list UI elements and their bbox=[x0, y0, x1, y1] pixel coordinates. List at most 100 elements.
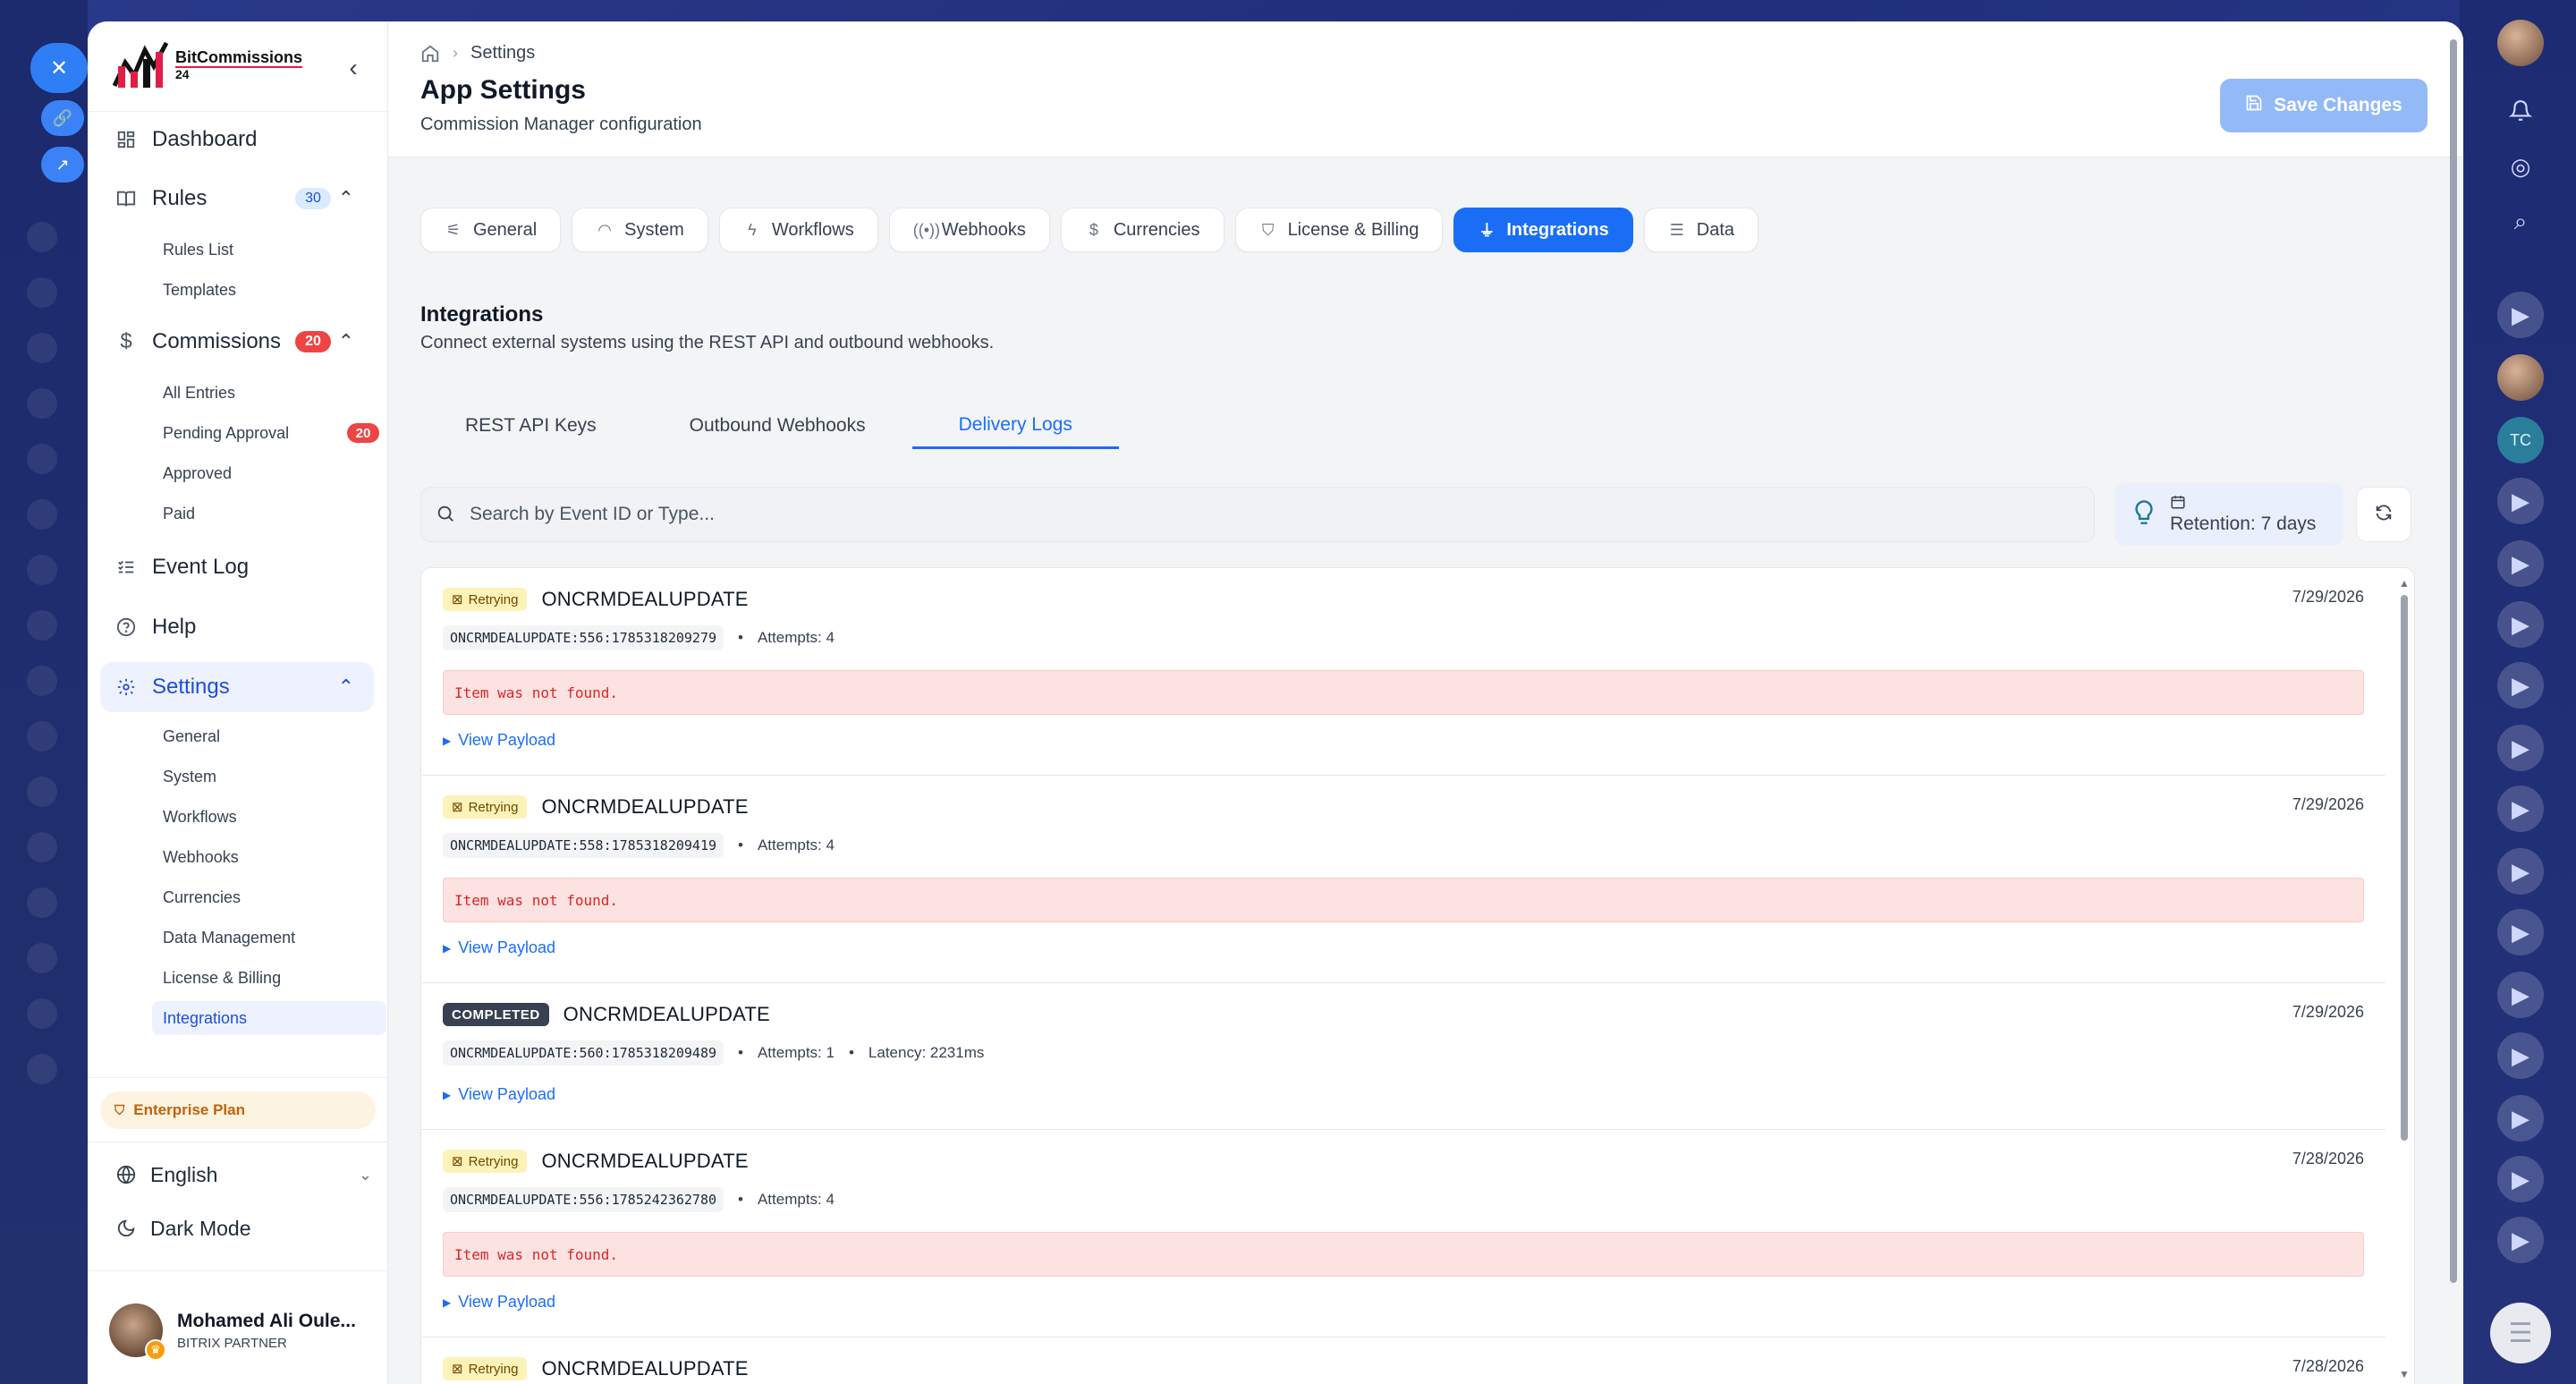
video-call-icon[interactable]: ▶ bbox=[2497, 540, 2544, 587]
window-scrollbar[interactable] bbox=[2449, 39, 2458, 1372]
language-label: English bbox=[150, 1162, 218, 1186]
link-icon[interactable]: 🔗 bbox=[41, 100, 84, 136]
event-date: 7/29/2026 bbox=[2292, 1003, 2364, 1021]
external-link-icon[interactable]: ↗ bbox=[41, 147, 84, 183]
logo-text-line2: 24 bbox=[175, 67, 190, 82]
app-logo[interactable]: BitCommissions 24 bbox=[112, 34, 303, 97]
gauge-icon: ◠ bbox=[597, 220, 613, 239]
video-call-icon[interactable]: ▶ bbox=[2497, 848, 2544, 895]
sidebar-item-rules-list[interactable]: Rules List bbox=[152, 233, 386, 267]
target-icon[interactable]: ◎ bbox=[2497, 143, 2544, 190]
event-id: ONCRMDEALUPDATE:556:1785318209279 bbox=[443, 625, 724, 650]
scrollbar-thumb[interactable] bbox=[2450, 39, 2457, 1283]
sidebar-item-approved[interactable]: Approved bbox=[152, 456, 386, 490]
bg-avatar bbox=[27, 222, 57, 252]
video-call-icon[interactable]: ▶ bbox=[2497, 972, 2544, 1018]
sidebar-item-templates[interactable]: Templates bbox=[152, 273, 386, 307]
error-message: Item was not found. bbox=[443, 878, 2364, 922]
attempts: Attempts: 4 bbox=[757, 1191, 835, 1208]
main-content: › Settings App Settings Commission Manag… bbox=[388, 21, 2463, 1384]
sidebar-item-integrations[interactable]: Integrations bbox=[152, 1001, 386, 1035]
sidebar-item-all-entries[interactable]: All Entries bbox=[152, 376, 386, 410]
chat-menu-button[interactable]: ☰ bbox=[2490, 1303, 2551, 1363]
sidebar-item-license-billing[interactable]: License & Billing bbox=[152, 961, 386, 995]
nav-help[interactable]: Help bbox=[100, 602, 374, 652]
video-call-icon[interactable]: ▶ bbox=[2497, 725, 2544, 771]
view-payload-toggle[interactable]: ▶ View Payload bbox=[443, 938, 555, 957]
sidebar-item-pending-approval[interactable]: Pending Approval 20 bbox=[152, 416, 386, 450]
subtab-outbound-webhooks[interactable]: Outbound Webhooks bbox=[643, 403, 912, 449]
video-call-icon[interactable]: ▶ bbox=[2497, 292, 2544, 338]
commissions-count-badge: 20 bbox=[295, 331, 331, 352]
video-call-icon[interactable]: ▶ bbox=[2497, 601, 2544, 648]
video-call-icon[interactable]: ▶ bbox=[2497, 478, 2544, 524]
close-panel-button[interactable]: ✕ bbox=[30, 43, 88, 93]
dollar-icon: $ bbox=[120, 329, 132, 353]
view-payload-toggle[interactable]: ▶ View Payload bbox=[443, 731, 555, 750]
sidebar-item-webhooks[interactable]: Webhooks bbox=[152, 840, 386, 874]
caret-right-icon: ▶ bbox=[443, 734, 452, 747]
user-profile[interactable]: ♛ Mohamed Ali Oule... BITRIX PARTNER bbox=[109, 1299, 356, 1362]
tab-currencies[interactable]: $ Currencies bbox=[1060, 208, 1224, 252]
subtab-rest-api-keys[interactable]: REST API Keys bbox=[420, 403, 643, 449]
scrollbar-thumb[interactable] bbox=[2401, 595, 2408, 1141]
page-header: › Settings App Settings Commission Manag… bbox=[388, 21, 2463, 157]
tab-system[interactable]: ◠ System bbox=[572, 208, 708, 252]
search-input[interactable] bbox=[470, 504, 1990, 525]
nav-commissions[interactable]: $ Commissions 20 ⌃ bbox=[100, 317, 374, 367]
nav-settings[interactable]: Settings ⌃ bbox=[100, 662, 374, 712]
sidebar-item-currencies[interactable]: Currencies bbox=[152, 880, 386, 914]
video-call-icon[interactable]: ▶ bbox=[2497, 785, 2544, 832]
tab-license-billing[interactable]: ⛉ License & Billing bbox=[1234, 208, 1444, 252]
nav-label: Rules bbox=[152, 186, 208, 210]
background-left-rail: ✕ 🔗 ↗ bbox=[0, 0, 88, 1384]
sidebar-item-system[interactable]: System bbox=[152, 760, 386, 794]
grid-icon bbox=[113, 126, 140, 153]
nav-rules[interactable]: Rules 30 ⌃ bbox=[100, 174, 374, 224]
contact-initials-avatar[interactable]: TC bbox=[2497, 417, 2544, 463]
subtab-delivery-logs[interactable]: Delivery Logs bbox=[911, 403, 1119, 449]
view-payload-toggle[interactable]: ▶ View Payload bbox=[443, 1293, 555, 1312]
sidebar-item-paid[interactable]: Paid bbox=[152, 497, 386, 531]
language-selector[interactable]: English ⌄ bbox=[113, 1161, 372, 1188]
list-scrollbar[interactable]: ▲ ▼ bbox=[2398, 577, 2411, 1380]
sidebar-item-general[interactable]: General bbox=[152, 719, 386, 753]
tab-workflows[interactable]: ϟ Workflows bbox=[718, 208, 878, 252]
chat-search-icon[interactable]: ⌕ bbox=[2497, 199, 2544, 245]
tab-data[interactable]: ☰ Data bbox=[1643, 208, 1759, 252]
sidebar-item-data-management[interactable]: Data Management bbox=[152, 921, 386, 955]
view-payload-toggle[interactable]: ▶ View Payload bbox=[443, 1085, 555, 1104]
nav-event-log[interactable]: Event Log bbox=[100, 542, 374, 592]
tab-general[interactable]: ⚟ General bbox=[420, 208, 562, 252]
sidebar-item-workflows[interactable]: Workflows bbox=[152, 800, 386, 834]
save-changes-button[interactable]: Save Changes bbox=[2220, 79, 2428, 132]
video-call-icon[interactable]: ▶ bbox=[2497, 1217, 2544, 1263]
video-call-icon[interactable]: ▶ bbox=[2497, 1032, 2544, 1079]
tab-webhooks[interactable]: ((•)) Webhooks bbox=[888, 208, 1050, 252]
nav-dashboard[interactable]: Dashboard bbox=[100, 115, 374, 165]
user-name: Mohamed Ali Oule... bbox=[177, 1310, 356, 1331]
video-call-icon[interactable]: ▶ bbox=[2497, 1156, 2544, 1202]
video-call-icon[interactable]: ▶ bbox=[2497, 1095, 2544, 1142]
video-call-icon[interactable]: ▶ bbox=[2497, 662, 2544, 709]
current-user-avatar[interactable] bbox=[2497, 20, 2544, 66]
video-call-icon[interactable]: ▶ bbox=[2497, 909, 2544, 955]
chevron-up-icon: ⌃ bbox=[337, 187, 354, 209]
collapse-sidebar-chevron-icon[interactable]: ‹ bbox=[340, 55, 367, 84]
event-date: 7/29/2026 bbox=[2292, 588, 2364, 606]
scroll-up-arrow-icon[interactable]: ▲ bbox=[2398, 577, 2411, 590]
logo-mark-icon bbox=[112, 39, 172, 91]
dark-mode-toggle[interactable]: Dark Mode bbox=[113, 1215, 250, 1242]
scroll-down-arrow-icon[interactable]: ▼ bbox=[2398, 1368, 2411, 1380]
bg-avatar bbox=[27, 721, 57, 751]
shield-icon: ⛉ bbox=[114, 1102, 125, 1118]
nav-label: Commissions bbox=[152, 329, 282, 353]
tab-integrations[interactable]: ⏚ Integrations bbox=[1453, 208, 1633, 252]
home-icon[interactable] bbox=[420, 44, 440, 64]
contact-avatar[interactable] bbox=[2497, 354, 2544, 401]
integration-subtabs: REST API Keys Outbound Webhooks Delivery… bbox=[420, 403, 1119, 449]
bell-icon[interactable] bbox=[2497, 88, 2544, 134]
tab-label: Data bbox=[1696, 219, 1735, 240]
database-icon: ☰ bbox=[1669, 220, 1684, 239]
refresh-button[interactable] bbox=[2356, 487, 2411, 542]
